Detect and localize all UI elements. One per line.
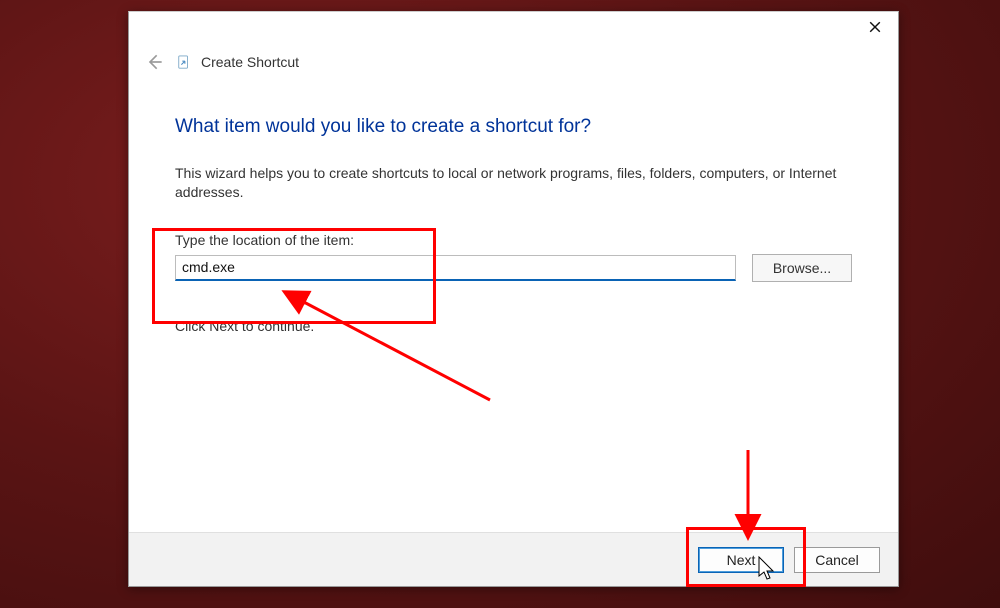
titlebar: Create Shortcut [143,50,299,74]
location-label: Type the location of the item: [175,232,852,248]
location-input[interactable] [175,255,736,281]
shortcut-icon [177,55,191,69]
location-field-row: Browse... [175,254,852,282]
close-button[interactable] [852,12,898,42]
desktop-background: Create Shortcut What item would you like… [0,0,1000,608]
next-button[interactable]: Next [698,547,784,573]
wizard-content: What item would you like to create a sho… [175,116,852,522]
back-arrow-icon [145,52,165,72]
close-icon [869,21,881,33]
wizard-heading: What item would you like to create a sho… [175,116,852,138]
back-button[interactable] [143,50,167,74]
dialog-footer: Next Cancel [129,532,898,586]
browse-button[interactable]: Browse... [752,254,852,282]
wizard-help-text: This wizard helps you to create shortcut… [175,164,852,202]
cancel-button[interactable]: Cancel [794,547,880,573]
continue-instruction: Click Next to continue. [175,318,852,334]
create-shortcut-dialog: Create Shortcut What item would you like… [128,11,899,587]
window-title: Create Shortcut [201,54,299,70]
